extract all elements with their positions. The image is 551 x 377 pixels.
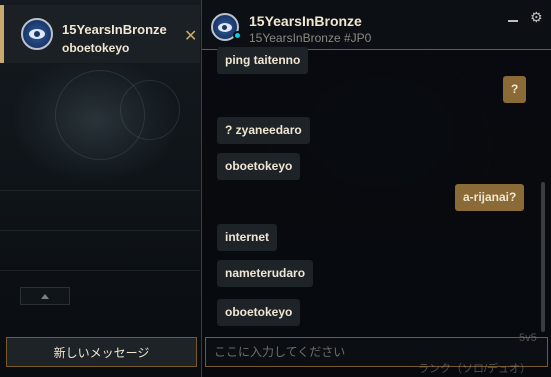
game-mode-text: 5v5: [519, 332, 537, 344]
chat-header: 15YearsInBronze 15YearsInBronze #JP0 ⚙: [202, 0, 551, 50]
close-icon[interactable]: ✕: [184, 29, 197, 45]
chevron-up-icon: [41, 293, 49, 299]
ranked-queue-text: ランク（ソロ/デュオ）: [418, 363, 532, 375]
conversation-preview: oboetokeyo: [62, 41, 130, 55]
chat-recipient-tag: 15YearsInBronze #JP0: [249, 31, 372, 45]
chat-window: 15YearsInBronze 15YearsInBronze #JP0 ⚙ p…: [201, 0, 551, 377]
message-incoming: internet: [217, 224, 278, 251]
message-incoming: ping taitenno: [217, 47, 309, 74]
new-message-button[interactable]: 新しいメッセージ: [6, 337, 197, 367]
chat-recipient-name: 15YearsInBronze: [249, 13, 362, 29]
message-incoming: oboetokeyo: [217, 153, 301, 180]
minimize-icon[interactable]: [508, 11, 518, 23]
gear-icon[interactable]: ⚙: [530, 10, 543, 24]
conversation-item[interactable]: 15YearsInBronze oboetokeyo ✕: [0, 5, 200, 63]
message-incoming: oboetokeyo: [217, 299, 301, 326]
message-incoming: nameterudaro: [217, 260, 314, 287]
eye-icon: [218, 22, 232, 32]
message-incoming: ? zyaneedaro: [217, 117, 310, 144]
eye-icon: [29, 29, 45, 39]
avatar: [21, 18, 53, 50]
conversation-name: 15YearsInBronze: [62, 22, 167, 37]
message-outgoing: a-rijanai?: [455, 184, 525, 211]
collapse-panel-button[interactable]: [20, 287, 70, 305]
message-outgoing: ?: [503, 76, 527, 103]
chat-scrollbar[interactable]: [541, 182, 545, 332]
status-online-indicator: [233, 31, 242, 40]
conversation-list-panel: 15YearsInBronze oboetokeyo ✕ 新しいメッセージ: [0, 0, 200, 377]
